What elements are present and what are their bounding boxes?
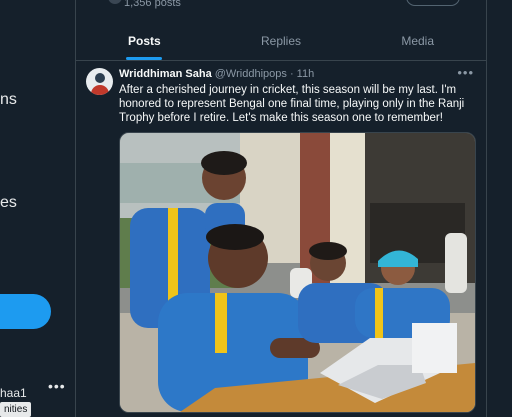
account-more-icon[interactable]: •••	[48, 378, 66, 394]
author-name[interactable]: Wriddhiman Saha	[119, 68, 212, 80]
author-avatar[interactable]	[86, 68, 113, 95]
more-horizontal-icon[interactable]: •••	[457, 65, 474, 80]
tab-posts[interactable]: Posts	[76, 27, 213, 60]
profile-avatar	[108, 0, 122, 4]
tab-label: Replies	[260, 34, 302, 48]
profile-tabs: Posts Replies Media	[76, 27, 486, 61]
photo-illustration	[120, 133, 475, 412]
tab-label: Posts	[127, 34, 161, 48]
tab-label: Media	[401, 34, 435, 48]
tweet-photo[interactable]	[119, 132, 476, 413]
tooltip: nities	[0, 402, 32, 417]
tab-media[interactable]: Media	[349, 27, 486, 60]
tweet-header: Wriddhiman Saha @Wriddhipops · 11h	[119, 68, 314, 80]
sidebar-nav-item-profiles[interactable]: es	[0, 194, 17, 212]
left-sidebar: ns es haa1 ••• nities	[0, 0, 75, 417]
main-column: 1,356 posts Posts Replies Media Wriddhim…	[75, 0, 487, 417]
post-button[interactable]	[0, 294, 51, 329]
author-handle[interactable]: @Wriddhipops	[215, 68, 287, 80]
account-handle[interactable]: haa1	[0, 386, 27, 400]
sidebar-nav-item-communities[interactable]: ns	[0, 91, 17, 109]
profile-action-button[interactable]	[406, 0, 460, 6]
tab-replies[interactable]: Replies	[213, 27, 350, 60]
meta-separator: ·	[289, 68, 294, 80]
tweet-time[interactable]: 11h	[297, 68, 315, 80]
tweet-text: After a cherished journey in cricket, th…	[119, 84, 465, 124]
active-tab-indicator	[126, 57, 163, 60]
posts-count: 1,356 posts	[124, 0, 181, 9]
